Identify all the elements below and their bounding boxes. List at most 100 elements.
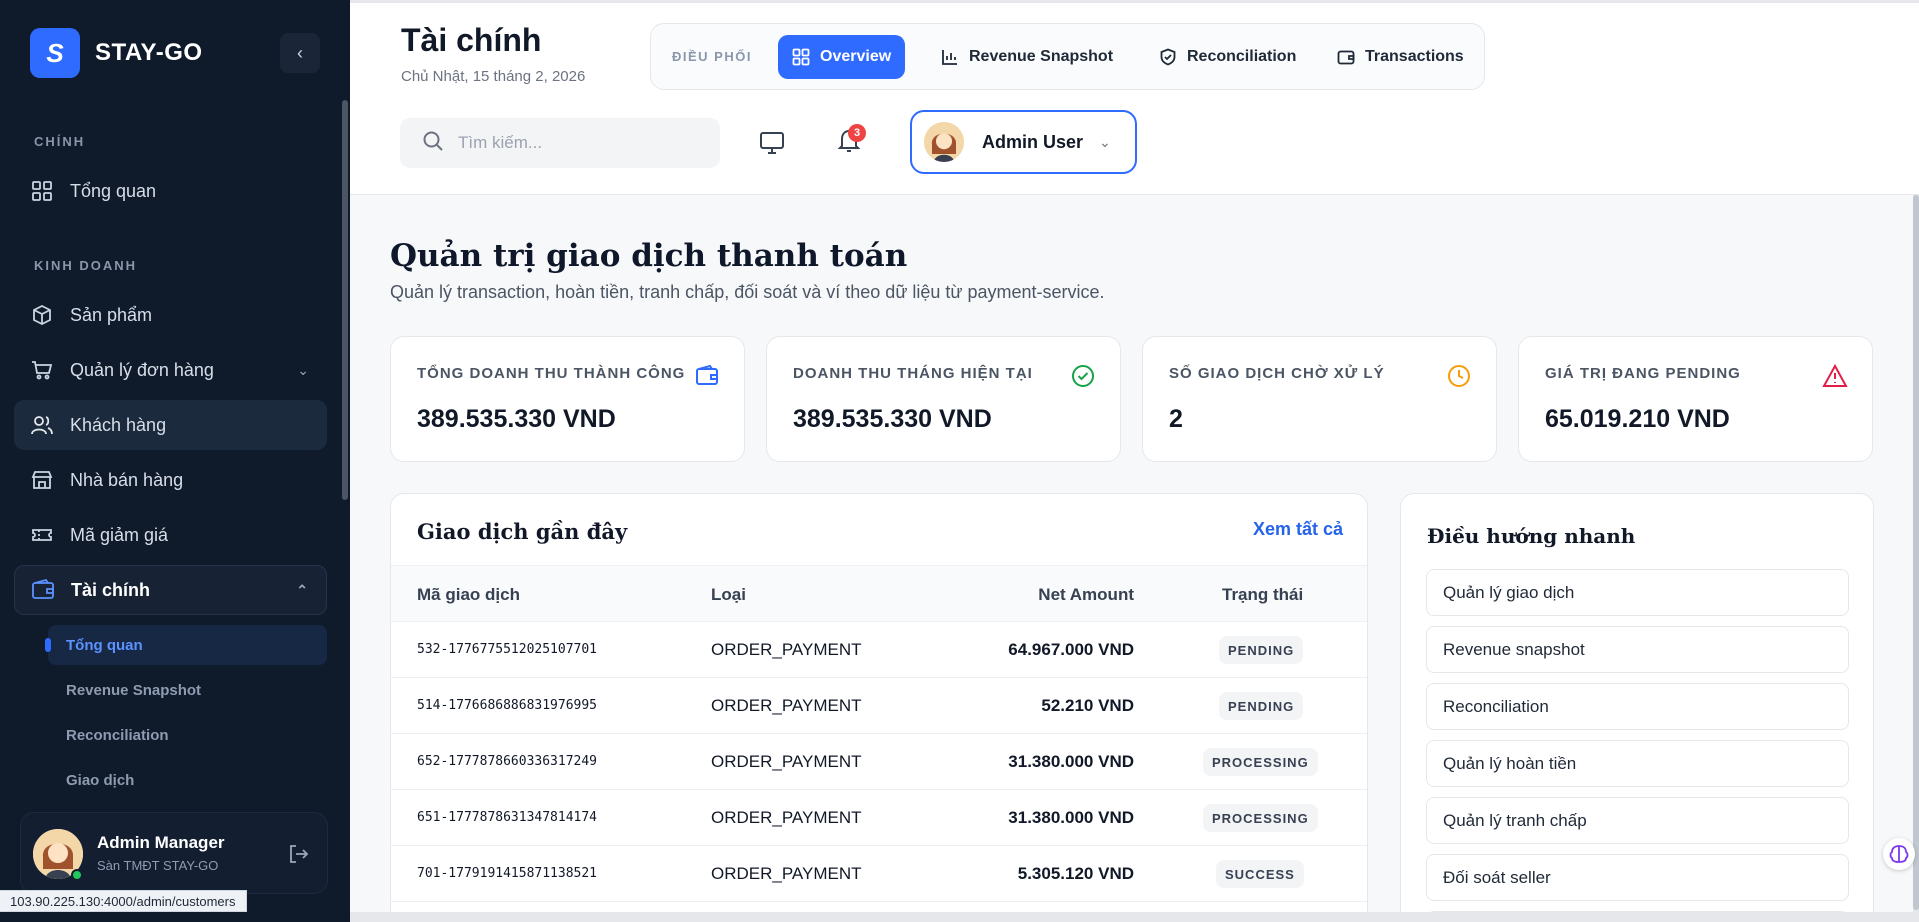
card-title: Giao dịch gần đây [417, 519, 628, 544]
sidebar-user-name: Admin Manager [97, 833, 225, 852]
kpi-value: 389.535.330 VND [793, 405, 992, 433]
transaction-amount: 52.210 VND [1041, 696, 1134, 715]
tab-label: Revenue Snapshot [969, 48, 1114, 65]
users-icon [30, 413, 54, 437]
brand[interactable]: S STAY-GO [30, 28, 203, 78]
quick-nav-transactions[interactable]: Quản lý giao dịch [1426, 569, 1849, 616]
transaction-code: 701-1779191415871138521 [417, 866, 598, 881]
transaction-type: ORDER_PAYMENT [711, 864, 862, 883]
sidebar-item-finance[interactable]: Tài chính ⌃ [14, 565, 327, 615]
tab-label: Overview [820, 48, 892, 65]
sidebar-item-label: Sản phẩm [70, 304, 153, 325]
status-badge: SUCCESS [1216, 860, 1304, 888]
brain-icon[interactable] [1883, 838, 1915, 870]
user-menu-button[interactable]: Admin User ⌄ [910, 110, 1137, 174]
sidebar-item-label: Nhà bán hàng [70, 469, 184, 490]
kpi-value: 2 [1169, 405, 1183, 433]
tab-reconciliation[interactable]: Reconciliation [1145, 35, 1310, 79]
search-box[interactable] [400, 118, 720, 168]
status-badge: PENDING [1219, 692, 1304, 720]
sidebar-item-label: Tổng quan [70, 180, 157, 201]
section-label-business: KINH DOANH [34, 258, 138, 273]
view-all-link[interactable]: Xem tất cả [1253, 519, 1343, 540]
horizontal-scrollbar[interactable] [350, 912, 1919, 922]
sidebar-item-label: Quản lý đơn hàng [70, 359, 214, 380]
top-header: Tài chính Chủ Nhật, 15 tháng 2, 2026 ĐIỀ… [350, 0, 1919, 195]
tab-bar: ĐIỀU PHỐI Overview Revenue Snapshot Reco… [650, 23, 1485, 90]
wallet-icon [694, 363, 720, 389]
sidebar-item-customers[interactable]: Khách hàng [14, 400, 327, 450]
chevron-left-icon: ‹ [297, 42, 303, 63]
bar-chart-icon [941, 48, 959, 66]
store-icon [30, 468, 54, 492]
sidebar-item-coupons[interactable]: Mã giảm giá [14, 510, 327, 560]
column-header-code[interactable]: Mã giao dịch [417, 585, 520, 605]
monitor-icon[interactable] [755, 126, 789, 160]
box-icon [30, 303, 54, 327]
column-header-status[interactable]: Trạng thái [1222, 585, 1303, 605]
column-header-type[interactable]: Loại [711, 585, 746, 605]
sidebar-subitem-reconciliation[interactable]: Reconciliation [48, 715, 327, 755]
recent-transactions-card: Giao dịch gần đây Xem tất cả Mã giao dịc… [390, 493, 1368, 922]
page-scrollbar[interactable] [1913, 195, 1919, 922]
logo: S [30, 28, 80, 78]
sidebar-item-overview[interactable]: Tổng quan [14, 166, 327, 216]
online-status-dot [71, 869, 83, 881]
quick-nav-revenue-snapshot[interactable]: Revenue snapshot [1426, 626, 1849, 673]
search-icon [422, 130, 444, 157]
quick-nav-disputes[interactable]: Quản lý tranh chấp [1426, 797, 1849, 844]
avatar [924, 122, 964, 162]
grid-icon [792, 48, 810, 66]
quick-nav-refunds[interactable]: Quản lý hoàn tiền [1426, 740, 1849, 787]
page-title: Tài chính [401, 22, 542, 58]
logout-icon[interactable] [287, 843, 309, 871]
sidebar-subitem-overview[interactable]: Tổng quan [45, 625, 327, 665]
quick-navigation-card: Điều hướng nhanh Quản lý giao dịch Reven… [1400, 493, 1874, 922]
kpi-label: SỐ GIAO DỊCH CHỜ XỬ LÝ [1169, 365, 1385, 382]
tab-transactions[interactable]: Transactions [1323, 35, 1478, 79]
notifications-button[interactable]: 3 [832, 124, 866, 160]
status-badge: PROCESSING [1203, 748, 1318, 776]
column-header-net-amount[interactable]: Net Amount [1038, 585, 1134, 605]
search-input[interactable] [458, 133, 698, 153]
main-subtitle: Quản lý transaction, hoàn tiền, tranh ch… [390, 282, 1105, 302]
table-header: Mã giao dịch Loại Net Amount Trạng thái [391, 565, 1367, 621]
sidebar-item-products[interactable]: Sản phẩm [14, 290, 327, 340]
kpi-card-pending-value: GIÁ TRỊ ĐANG PENDING 65.019.210 VND [1518, 336, 1873, 462]
tab-overview[interactable]: Overview [778, 35, 906, 79]
quick-nav-reconciliation[interactable]: Reconciliation [1426, 683, 1849, 730]
tab-revenue-snapshot[interactable]: Revenue Snapshot [927, 35, 1127, 79]
section-label-main: CHÍNH [34, 134, 86, 149]
transaction-code: 514-1776686886831976995 [417, 698, 598, 713]
chevron-up-icon: ⌃ [296, 581, 308, 598]
check-circle-icon [1070, 363, 1096, 389]
sidebar-item-orders[interactable]: Quản lý đơn hàng ⌄ [14, 345, 327, 395]
sidebar-scrollbar[interactable] [342, 100, 348, 500]
sidebar-subitem-transactions[interactable]: Giao dịch [48, 760, 327, 800]
kpi-label: DOANH THU THÁNG HIỆN TẠI [793, 365, 1033, 382]
grid-icon [30, 179, 54, 203]
top-divider [350, 0, 1919, 3]
notification-badge: 3 [848, 124, 866, 142]
kpi-label: TỔNG DOANH THU THÀNH CÔNG [417, 365, 686, 382]
kpi-card-total-revenue: TỔNG DOANH THU THÀNH CÔNG 389.535.330 VN… [390, 336, 745, 462]
scrollbar-thumb[interactable] [1913, 195, 1919, 910]
collapse-sidebar-button[interactable]: ‹ [280, 33, 320, 73]
main-title: Quản trị giao dịch thanh toán [390, 238, 908, 274]
sidebar-subitem-revenue-snapshot[interactable]: Revenue Snapshot [48, 670, 327, 710]
cart-icon [30, 358, 54, 382]
sidebar-item-sellers[interactable]: Nhà bán hàng [14, 455, 327, 505]
table-row[interactable]: 514-1776686886831976995 ORDER_PAYMENT 52… [391, 677, 1367, 733]
kpi-card-pending-count: SỐ GIAO DỊCH CHỜ XỬ LÝ 2 [1142, 336, 1497, 462]
transaction-amount: 31.380.000 VND [1008, 808, 1134, 827]
sidebar-user-card[interactable]: Admin Manager Sàn TMĐT STAY-GO [20, 812, 328, 894]
table-row[interactable]: 652-1777878660336317249 ORDER_PAYMENT 31… [391, 733, 1367, 789]
table-row[interactable]: 532-1776775512025107701 ORDER_PAYMENT 64… [391, 621, 1367, 677]
quick-nav-seller-settlement[interactable]: Đối soát seller [1426, 854, 1849, 901]
page-date: Chủ Nhật, 15 tháng 2, 2026 [401, 68, 586, 85]
table-row[interactable]: 651-1777878631347814174 ORDER_PAYMENT 31… [391, 789, 1367, 845]
table-row[interactable]: 701-1779191415871138521 ORDER_PAYMENT 5.… [391, 845, 1367, 901]
chevron-down-icon: ⌄ [297, 361, 309, 378]
transaction-type: ORDER_PAYMENT [711, 696, 862, 715]
tab-label: Reconciliation [1187, 48, 1297, 65]
